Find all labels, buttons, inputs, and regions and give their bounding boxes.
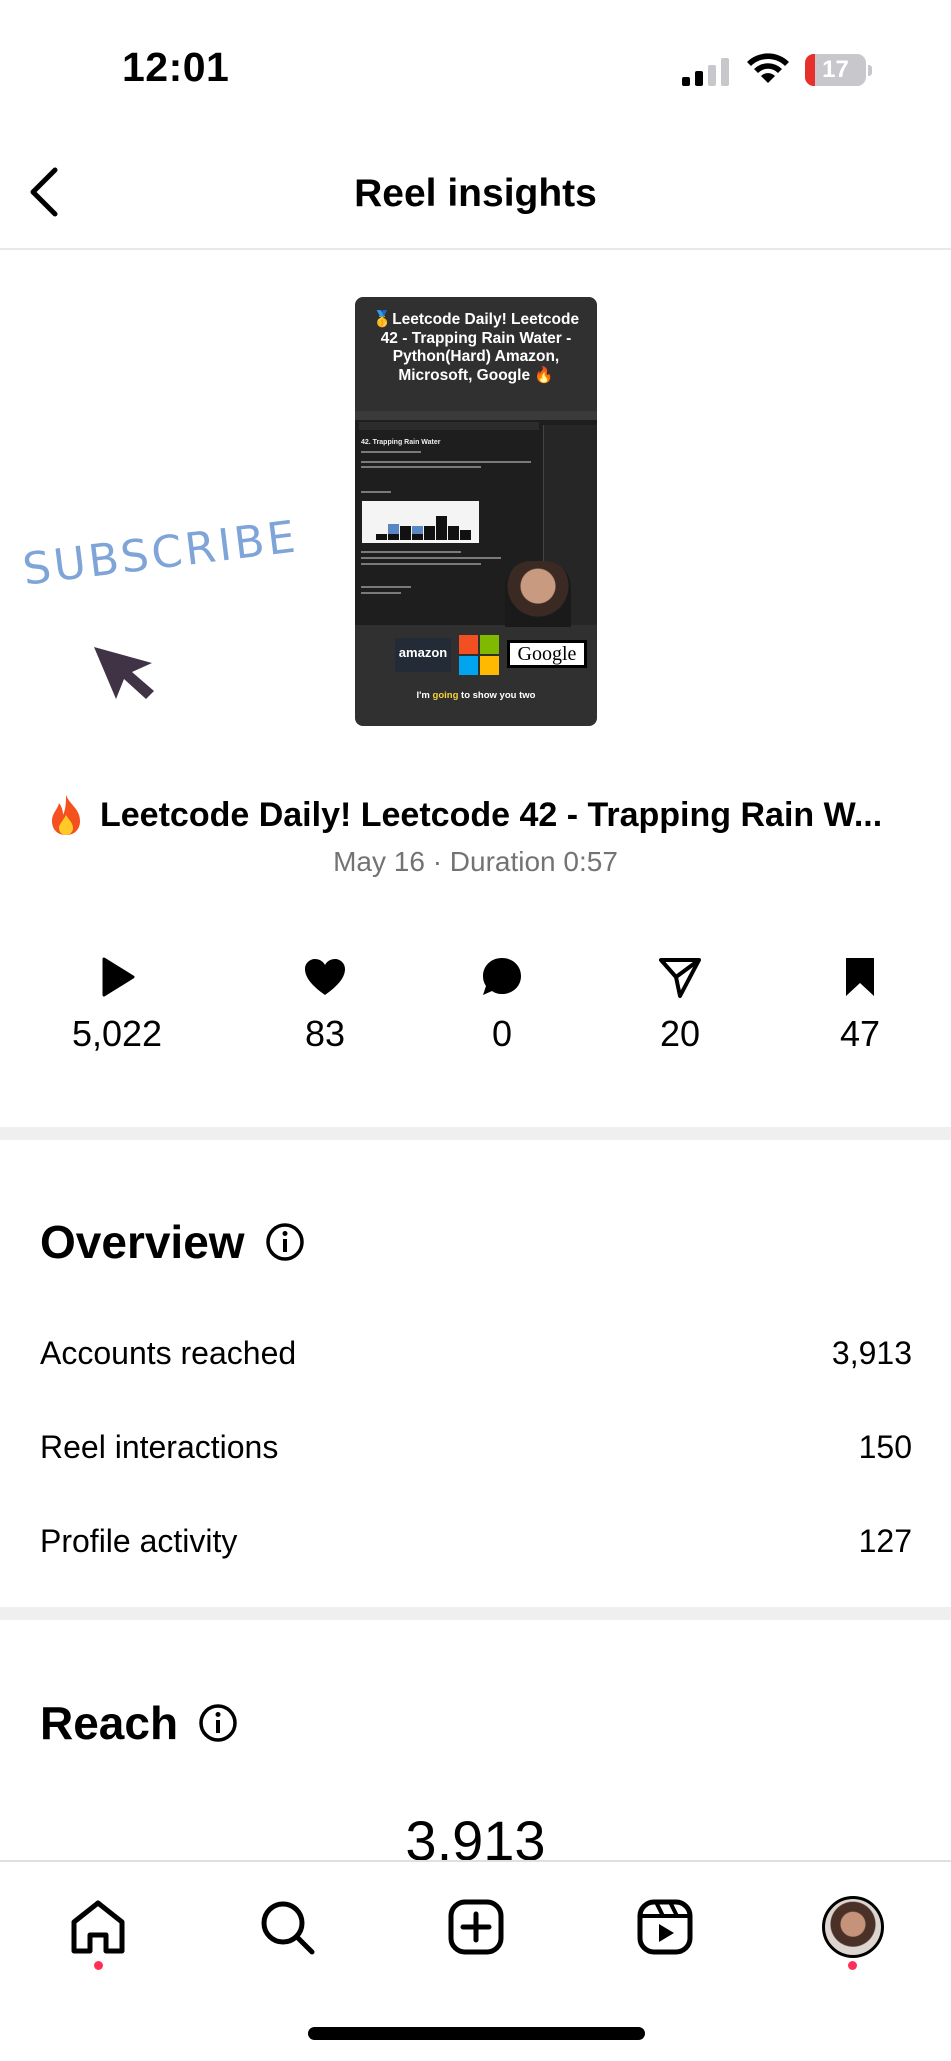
- reels-icon: [637, 1899, 693, 1955]
- create-icon: [448, 1899, 504, 1955]
- metric-profile-activity[interactable]: Profile activity 127: [40, 1516, 912, 1566]
- amazon-logo: amazon: [395, 638, 451, 672]
- cursor-arrow-icon: [94, 647, 154, 699]
- metric-label: Profile activity: [40, 1522, 238, 1559]
- stat-value: 47: [839, 1013, 881, 1054]
- fire-icon: [52, 795, 80, 835]
- search-icon: [261, 1901, 315, 1955]
- bottom-tab-bar: [0, 1860, 951, 2061]
- thumbnail-title: 🥇Leetcode Daily! Leetcode 42 - Trapping …: [372, 311, 580, 384]
- heart-icon: [305, 959, 345, 995]
- stat-value: 0: [491, 1013, 513, 1054]
- page-title: Reel insights: [354, 172, 597, 215]
- thumbnail-code-editor: 42. Trapping Rain Water: [355, 411, 597, 627]
- google-logo: Google: [507, 640, 587, 668]
- thumbnail-caption: I'm going to show you two: [416, 690, 536, 701]
- thumbnail-problem-title: 42. Trapping Rain Water: [361, 439, 441, 446]
- stat-shares[interactable]: 20: [615, 955, 745, 1055]
- presenter-video: [505, 561, 571, 627]
- metric-value: 3,913: [831, 1334, 912, 1371]
- reel-title: Leetcode Daily! Leetcode 42 - Trapping R…: [100, 795, 883, 834]
- stat-saves[interactable]: 47: [795, 955, 925, 1055]
- stat-likes[interactable]: 83: [260, 955, 390, 1055]
- home-notification-dot: [94, 1961, 103, 1970]
- tab-profile[interactable]: [818, 1892, 888, 1962]
- info-icon[interactable]: [198, 1703, 238, 1743]
- stat-comments[interactable]: 0: [437, 955, 567, 1055]
- reel-meta: May 16 · Duration 0:57: [333, 846, 618, 877]
- tab-create[interactable]: [441, 1892, 511, 1962]
- stat-value: 83: [304, 1013, 346, 1054]
- tab-reels[interactable]: [630, 1892, 700, 1962]
- profile-avatar: [822, 1896, 884, 1958]
- subscribe-overlay-text: SUBSCRIBE: [20, 511, 301, 596]
- reach-heading: Reach: [40, 1696, 238, 1750]
- metric-value: 127: [858, 1522, 912, 1559]
- metric-label: Accounts reached: [40, 1334, 297, 1371]
- section-divider: [0, 1607, 951, 1620]
- battery-icon: 17: [805, 54, 872, 86]
- tab-home[interactable]: [63, 1892, 133, 1962]
- home-indicator: [308, 2027, 645, 2040]
- info-icon[interactable]: [265, 1222, 305, 1262]
- metric-reel-interactions[interactable]: Reel interactions 150: [40, 1422, 912, 1472]
- play-icon: [102, 957, 135, 997]
- metric-label: Reel interactions: [40, 1428, 279, 1465]
- microsoft-logo: [459, 635, 499, 675]
- profile-notification-dot: [848, 1961, 857, 1970]
- thumbnail-logos: amazon Google: [355, 630, 597, 678]
- reel-title-row: Leetcode Daily! Leetcode 42 - Trapping R…: [46, 790, 916, 840]
- comment-icon: [483, 958, 521, 995]
- overview-heading: Overview: [40, 1215, 305, 1269]
- status-time: 12:01: [122, 44, 230, 90]
- header: Reel insights: [0, 140, 951, 250]
- home-icon: [71, 1900, 125, 1954]
- thumbnail-example-chart: [362, 501, 479, 543]
- reel-thumbnail[interactable]: 🥇Leetcode Daily! Leetcode 42 - Trapping …: [355, 297, 597, 726]
- section-divider: [0, 1127, 951, 1140]
- tab-search[interactable]: [252, 1892, 322, 1962]
- wifi-icon: [747, 53, 789, 83]
- bookmark-icon: [846, 958, 874, 996]
- stat-value: 20: [659, 1013, 701, 1054]
- cellular-signal-icon: [682, 58, 729, 86]
- metric-value: 150: [858, 1428, 912, 1465]
- reach-title: Reach: [40, 1697, 179, 1749]
- stat-plays[interactable]: 5,022: [52, 955, 182, 1055]
- metric-accounts-reached[interactable]: Accounts reached 3,913: [40, 1328, 912, 1378]
- battery-level: 17: [822, 56, 849, 83]
- stat-value: 5,022: [71, 1013, 163, 1054]
- status-bar: 12:01 17: [0, 0, 951, 140]
- share-icon: [659, 958, 701, 998]
- overview-title: Overview: [40, 1216, 245, 1268]
